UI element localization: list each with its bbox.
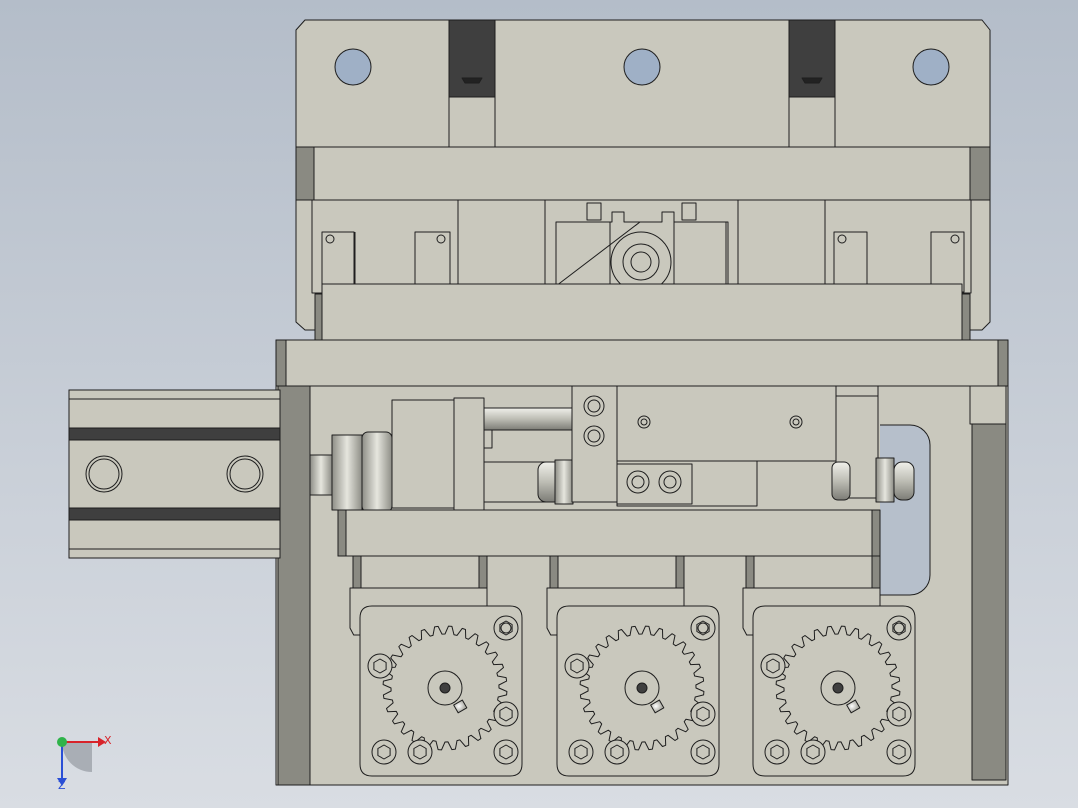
- left-linear-rail: [68, 389, 281, 559]
- triad-z-label: Z: [58, 779, 66, 792]
- triad-y-axis: [57, 737, 67, 747]
- assembly-drawing: [0, 0, 1078, 808]
- gear-modules: [349, 555, 916, 777]
- triad-x-label: X: [104, 734, 112, 747]
- cad-viewport[interactable]: X Z: [0, 0, 1078, 808]
- rack-bar: [337, 509, 881, 557]
- guide-carriage-block: [311, 199, 972, 343]
